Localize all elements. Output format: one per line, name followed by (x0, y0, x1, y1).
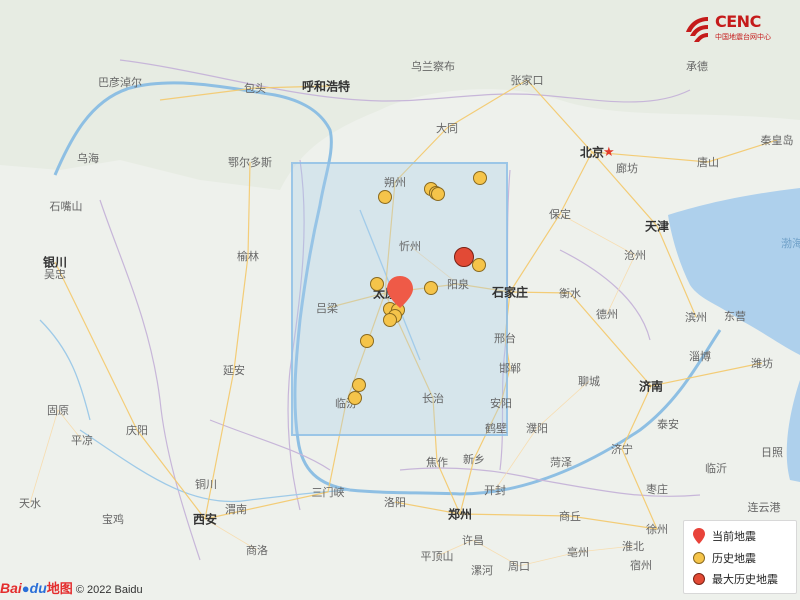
legend-max: 最大历史地震 (692, 569, 778, 589)
history-quake-marker (473, 171, 487, 185)
map-legend: 当前地震 历史地震 最大历史地震 (683, 520, 797, 594)
max-history-quake-marker (454, 247, 474, 267)
legend-current: 当前地震 (692, 526, 756, 546)
baidu-brand: Bai (0, 580, 22, 596)
baidu-brand-du: du (29, 580, 47, 596)
history-quake-icon (693, 552, 705, 564)
history-quake-marker (424, 281, 438, 295)
history-quake-marker (370, 277, 384, 291)
history-quake-marker (472, 258, 486, 272)
history-quake-marker (348, 391, 362, 405)
legend-history: 历史地震 (692, 548, 756, 568)
history-quake-marker (378, 190, 392, 204)
cenc-logo-subtitle: 中国地震台网中心 (715, 33, 771, 41)
cenc-logo-text: CENC (715, 12, 761, 31)
copyright-text: © 2022 Baidu (75, 584, 143, 596)
seismic-map[interactable]: 巴彦淖尔 包头 呼和浩特 乌兰察布 张家口 承德 乌海 鄂尔多斯 大同 北京 廊坊 唐山 秦皇岛 石嘴山朔… (0, 0, 800, 600)
legend-max-label: 最大历史地震 (712, 574, 778, 586)
current-quake-pin-icon (693, 528, 705, 544)
history-quake-marker (360, 334, 374, 348)
legend-current-label: 当前地震 (712, 531, 756, 543)
baidu-brand-map: 地图 (46, 581, 73, 596)
history-quake-marker (431, 187, 445, 201)
history-quake-marker (352, 378, 366, 392)
baidu-attribution[interactable]: Bai●du地图 © 2022 Baidu (0, 578, 143, 598)
legend-history-label: 历史地震 (712, 553, 756, 565)
baidu-paw-icon: ● (21, 581, 30, 596)
max-history-quake-icon (693, 573, 705, 585)
history-quake-marker (383, 313, 397, 327)
earthquake-marker-layer (348, 171, 487, 405)
